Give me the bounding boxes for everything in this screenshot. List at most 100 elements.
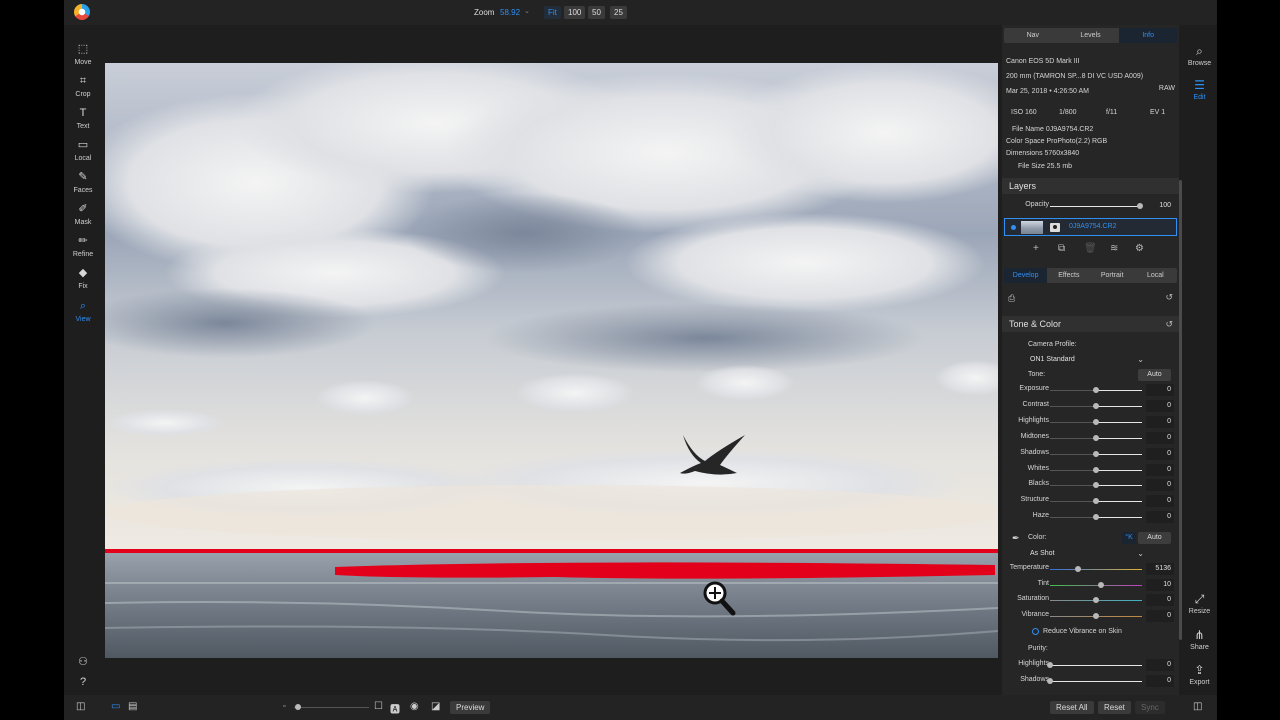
tab-effects[interactable]: Effects xyxy=(1047,268,1090,283)
user-button[interactable]: ⚇ xyxy=(64,655,102,669)
zoom-fit-button[interactable]: Fit xyxy=(544,6,561,19)
chevron-down-icon[interactable]: ⌄ xyxy=(524,7,530,15)
image-canvas[interactable] xyxy=(102,25,1002,695)
slider-value[interactable]: 0 xyxy=(1146,594,1174,607)
tool-refine[interactable]: ✏ Refine xyxy=(64,234,102,258)
tab-info[interactable]: Info xyxy=(1119,28,1178,43)
slider-exposure[interactable]: Exposure 0 xyxy=(1002,383,1179,397)
slider-knob[interactable] xyxy=(1074,566,1081,572)
preset-icon[interactable]: ⎙ xyxy=(1008,293,1015,304)
layer-item[interactable]: 0J9A9754.CR2 xyxy=(1004,218,1177,236)
layer-visibility-icon[interactable] xyxy=(1011,225,1016,230)
tool-crop[interactable]: ⌗ Crop xyxy=(64,74,102,98)
slider-knob[interactable] xyxy=(1137,203,1143,209)
clipping-icon[interactable]: ◪ xyxy=(431,701,440,712)
tab-develop[interactable]: Develop xyxy=(1004,268,1048,283)
tool-move[interactable]: ⬚ Move xyxy=(64,42,102,66)
slider-knob[interactable] xyxy=(1097,581,1104,588)
small-size-icon[interactable]: ▫ xyxy=(283,703,285,710)
slider-knob[interactable] xyxy=(1093,514,1099,521)
slider-haze[interactable]: Haze 0 xyxy=(1002,510,1179,524)
single-view-icon[interactable]: ▭ xyxy=(111,701,120,712)
merge-layers-icon[interactable]: ≋ xyxy=(1110,243,1118,254)
slider-saturation[interactable]: Saturation 0 xyxy=(1002,593,1179,607)
toggle-right-panel-icon[interactable]: ◫ xyxy=(1193,701,1202,712)
thumbnail-size-slider[interactable] xyxy=(294,707,369,708)
slider-value[interactable]: 0 xyxy=(1146,479,1174,492)
white-balance-dropdown[interactable]: As Shot ⌄ xyxy=(1028,548,1146,560)
slider-structure[interactable]: Structure 0 xyxy=(1002,494,1179,508)
slider-value[interactable]: 0 xyxy=(1146,415,1174,428)
slider-value[interactable]: 0 xyxy=(1146,659,1174,671)
tone-reset-icon[interactable]: ↺ xyxy=(1165,319,1173,330)
edit-button[interactable]: ☰ Edit xyxy=(1182,78,1217,101)
export-button[interactable]: ⇪ Export xyxy=(1182,663,1217,686)
reset-all-button[interactable]: Reset All xyxy=(1050,701,1094,714)
text-overlay-icon[interactable]: 🅰 xyxy=(390,701,400,716)
slider-value[interactable]: 0 xyxy=(1146,675,1174,687)
slider-value[interactable]: 0 xyxy=(1146,399,1174,412)
browse-button[interactable]: ⌕ Browse xyxy=(1182,44,1217,67)
tab-portrait[interactable]: Portrait xyxy=(1091,268,1134,283)
zoom-25-button[interactable]: 25 xyxy=(610,6,627,19)
slider-blacks[interactable]: Blacks 0 xyxy=(1002,478,1179,492)
opacity-slider[interactable]: Opacity 100 xyxy=(1002,199,1179,213)
slider-value[interactable]: 0 xyxy=(1146,610,1174,623)
slider-shadows[interactable]: Shadows 0 xyxy=(1002,447,1179,461)
zoom-50-button[interactable]: 50 xyxy=(588,6,605,19)
slider-highlights[interactable]: Highlights 0 xyxy=(1002,658,1179,672)
slider-vibrance[interactable]: Vibrance 0 xyxy=(1002,609,1179,623)
slider-knob[interactable] xyxy=(1093,466,1099,473)
thumbnail-size-knob[interactable] xyxy=(295,704,301,710)
slider-value[interactable]: 0 xyxy=(1146,384,1174,396)
photo-preview[interactable] xyxy=(105,63,998,658)
slider-shadows[interactable]: Shadows 0 xyxy=(1002,674,1179,688)
slider-highlights[interactable]: Highlights 0 xyxy=(1002,415,1179,429)
tool-local[interactable]: ▭ Local xyxy=(64,138,102,162)
slider-knob[interactable] xyxy=(1047,678,1053,684)
tool-view[interactable]: ⌕ View xyxy=(64,299,102,323)
slider-knob[interactable] xyxy=(1093,402,1099,409)
preview-button[interactable]: Preview xyxy=(450,701,491,714)
slider-knob[interactable] xyxy=(1093,482,1099,489)
on1-logo-icon[interactable] xyxy=(74,4,90,20)
slider-contrast[interactable]: Contrast 0 xyxy=(1002,399,1179,413)
tool-faces[interactable]: ✎ Faces xyxy=(64,170,102,194)
reduce-vibrance-checkbox[interactable] xyxy=(1032,628,1039,635)
layers-header[interactable]: Layers xyxy=(1002,178,1179,194)
tool-text[interactable]: T Text xyxy=(64,106,102,130)
slider-value[interactable]: 0 xyxy=(1146,495,1174,508)
compare-view-icon[interactable]: ▤ xyxy=(128,701,137,712)
toggle-left-panel-icon[interactable]: ◫ xyxy=(76,701,85,712)
reset-all-icon[interactable]: ↺ xyxy=(1165,292,1173,303)
share-button[interactable]: ⋔ Share xyxy=(1182,628,1217,651)
slider-value[interactable]: 10 xyxy=(1146,578,1174,591)
slider-value[interactable]: 100 xyxy=(1146,200,1174,212)
add-layer-icon[interactable]: + xyxy=(1033,243,1039,254)
zoom-value[interactable]: 58.92 xyxy=(500,8,520,17)
slider-tint[interactable]: Tint 10 xyxy=(1002,578,1179,592)
tab-local[interactable]: Local xyxy=(1134,268,1177,283)
layer-mask-icon[interactable] xyxy=(1050,223,1060,232)
tab-nav[interactable]: Nav xyxy=(1004,28,1062,43)
slider-value[interactable]: 0 xyxy=(1146,431,1174,444)
slider-value[interactable]: 0 xyxy=(1146,511,1174,524)
slider-knob[interactable] xyxy=(1093,498,1099,505)
slider-knob[interactable] xyxy=(1047,662,1053,668)
sync-button[interactable]: Sync xyxy=(1135,701,1165,714)
slider-knob[interactable] xyxy=(1093,418,1099,425)
slider-knob[interactable] xyxy=(1093,597,1099,604)
tool-fix[interactable]: ◆ Fix xyxy=(64,266,102,290)
tone-auto-button[interactable]: Auto xyxy=(1138,369,1171,381)
slider-temperature[interactable]: Temperature 5136 xyxy=(1002,562,1179,576)
camera-profile-dropdown[interactable]: ON1 Standard ⌄ xyxy=(1028,354,1146,366)
slider-value[interactable]: 5136 xyxy=(1146,563,1174,575)
eyedropper-icon[interactable]: ✒ xyxy=(1012,533,1020,544)
tab-levels[interactable]: Levels xyxy=(1062,28,1120,43)
mask-overlay-icon[interactable]: ◉ xyxy=(410,701,419,712)
slider-midtones[interactable]: Midtones 0 xyxy=(1002,431,1179,445)
delete-layer-icon[interactable]: 🗑 xyxy=(1084,243,1097,254)
crop-overlay-icon[interactable]: ☐ xyxy=(374,701,383,712)
kelvin-toggle[interactable]: °K xyxy=(1122,532,1136,544)
tool-mask[interactable]: ✐ Mask xyxy=(64,202,102,226)
